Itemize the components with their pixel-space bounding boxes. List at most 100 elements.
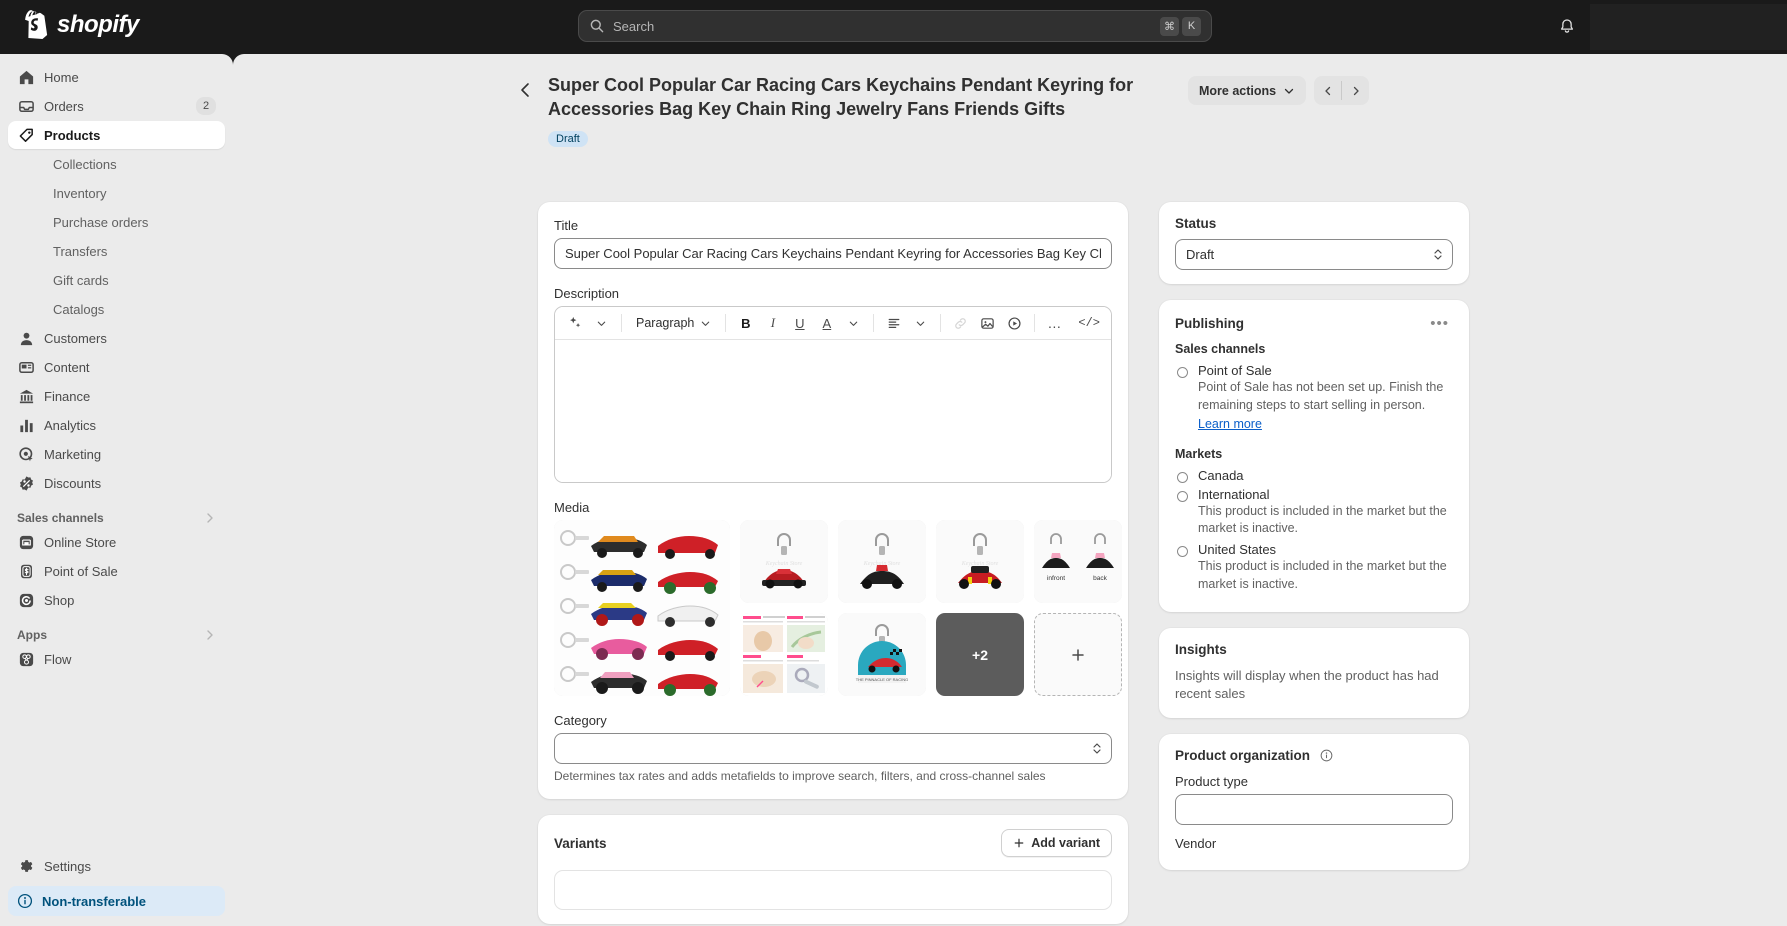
sidebar-item-content[interactable]: Content bbox=[8, 353, 225, 381]
shopify-bag-icon bbox=[25, 10, 48, 39]
sidebar-item-gift-cards[interactable]: Gift cards bbox=[8, 266, 225, 294]
insert-link-button[interactable] bbox=[948, 311, 973, 336]
add-media-button[interactable] bbox=[1034, 613, 1122, 696]
sidebar-channel-point-of-sale[interactable]: Point of Sale bbox=[8, 557, 225, 585]
category-select[interactable] bbox=[554, 733, 1112, 764]
sidebar-item-label: Finance bbox=[44, 388, 91, 404]
customers-icon bbox=[17, 329, 35, 347]
sidebar-item-transfers[interactable]: Transfers bbox=[8, 237, 225, 265]
underline-button[interactable]: U bbox=[787, 311, 812, 336]
sidebar-item-collections[interactable]: Collections bbox=[8, 150, 225, 178]
media-thumbnail[interactable]: Keychain Store bbox=[936, 520, 1024, 603]
previous-product-button[interactable] bbox=[1314, 76, 1341, 105]
media-thumbnail[interactable]: THE PINNACLE OF RACING bbox=[838, 613, 926, 696]
market-row[interactable]: International This product is included in… bbox=[1175, 487, 1453, 539]
toolbar-divider bbox=[725, 314, 727, 332]
media-label: Media bbox=[554, 500, 590, 515]
notifications-button[interactable] bbox=[1553, 13, 1581, 41]
market-row[interactable]: United States This product is included in… bbox=[1175, 542, 1453, 594]
description-textarea[interactable] bbox=[555, 340, 1111, 482]
sidebar-channel-shop[interactable]: Shop bbox=[8, 586, 225, 614]
media-more-count: +2 bbox=[972, 646, 988, 663]
sidebar-item-label: Orders bbox=[44, 98, 84, 114]
shopify-logo[interactable]: shopify bbox=[25, 10, 139, 39]
sidebar-item-purchase-orders[interactable]: Purchase orders bbox=[8, 208, 225, 236]
text-color-dropdown[interactable] bbox=[841, 311, 866, 336]
sidebar-app-flow[interactable]: Flow bbox=[8, 645, 225, 673]
sidebar-section-apps[interactable]: Apps bbox=[17, 628, 216, 642]
sidebar-channel-online-store[interactable]: Online Store bbox=[8, 528, 225, 556]
top-bar: shopify Search ⌘ K bbox=[0, 0, 1787, 54]
market-row[interactable]: Canada bbox=[1175, 468, 1453, 483]
sales-channel-row[interactable]: Point of Sale Point of Sale has not been… bbox=[1175, 363, 1453, 433]
media-thumbnail[interactable]: Keychain Store bbox=[740, 520, 828, 603]
sidebar-item-label: Marketing bbox=[44, 446, 102, 462]
radio-icon[interactable] bbox=[1177, 471, 1188, 483]
sidebar-item-customers[interactable]: Customers bbox=[8, 324, 225, 352]
back-arrow-icon[interactable] bbox=[516, 80, 536, 100]
image-icon bbox=[981, 317, 995, 329]
market-name: International bbox=[1198, 486, 1270, 502]
sidebar-apps-list: Flow bbox=[0, 645, 233, 673]
ai-generate-button[interactable] bbox=[562, 311, 587, 336]
radio-icon[interactable] bbox=[1177, 546, 1188, 557]
info-circle-icon[interactable] bbox=[1320, 749, 1333, 762]
product-details-card: Title Description bbox=[538, 202, 1128, 799]
markets-subtitle: Markets bbox=[1175, 446, 1223, 461]
sidebar-item-label: Flow bbox=[44, 651, 72, 667]
radio-icon[interactable] bbox=[1177, 367, 1188, 378]
product-organization-card: Product organization Product type Vendor bbox=[1159, 734, 1469, 871]
sidebar-item-settings[interactable]: Settings bbox=[8, 852, 225, 880]
sidebar-item-catalogs[interactable]: Catalogs bbox=[8, 295, 225, 323]
publishing-card: Publishing ••• Sales channels Point of S… bbox=[1159, 300, 1469, 612]
media-thumbnail[interactable]: infront back bbox=[1034, 520, 1122, 603]
bold-button[interactable]: B bbox=[733, 311, 758, 336]
status-card-title: Status bbox=[1175, 216, 1217, 231]
ai-generate-dropdown[interactable] bbox=[589, 311, 614, 336]
publishing-menu-button[interactable]: ••• bbox=[1426, 314, 1453, 333]
add-variant-button[interactable]: Add variant bbox=[1001, 829, 1112, 857]
instructions-image bbox=[740, 613, 828, 696]
sidebar-item-discounts[interactable]: Discounts bbox=[8, 469, 225, 497]
sidebar-item-orders[interactable]: Orders 2 bbox=[8, 92, 225, 120]
next-product-button[interactable] bbox=[1342, 76, 1369, 105]
non-transferable-badge[interactable]: Non-transferable bbox=[8, 886, 225, 916]
text-color-button[interactable]: A bbox=[814, 311, 839, 336]
media-more-overlay[interactable]: +2 bbox=[936, 613, 1024, 696]
block-style-select[interactable]: Paragraph bbox=[629, 311, 718, 336]
page-header: Super Cool Popular Car Racing Cars Keych… bbox=[233, 54, 1787, 147]
sidebar-item-label: Products bbox=[44, 127, 101, 143]
media-thumbnail[interactable]: Keychain Store bbox=[838, 520, 926, 603]
italic-button[interactable]: I bbox=[760, 311, 785, 336]
learn-more-link[interactable]: Learn more bbox=[1198, 417, 1262, 431]
product-type-input[interactable] bbox=[1175, 794, 1453, 826]
sidebar-item-analytics[interactable]: Analytics bbox=[8, 411, 225, 439]
media-thumbnail[interactable] bbox=[554, 520, 730, 696]
align-left-icon bbox=[888, 318, 900, 328]
sidebar-footer: Settings Non-transferable bbox=[0, 851, 233, 926]
html-code-button[interactable]: </> bbox=[1074, 311, 1104, 336]
search-icon bbox=[590, 19, 604, 33]
search-input[interactable]: Search ⌘ K bbox=[578, 10, 1212, 42]
title-input[interactable] bbox=[554, 238, 1112, 269]
insert-video-button[interactable] bbox=[1002, 311, 1027, 336]
sidebar-item-products[interactable]: Products bbox=[8, 121, 225, 149]
sidebar-section-sales-channels[interactable]: Sales channels bbox=[17, 511, 216, 525]
sidebar-item-finance[interactable]: Finance bbox=[8, 382, 225, 410]
sidebar-item-home[interactable]: Home bbox=[8, 63, 225, 91]
insert-image-button[interactable] bbox=[975, 311, 1000, 336]
insights-title: Insights bbox=[1175, 641, 1227, 657]
sidebar-item-label: Transfers bbox=[53, 243, 108, 259]
radio-icon[interactable] bbox=[1177, 490, 1188, 502]
more-actions-button[interactable]: More actions bbox=[1188, 76, 1307, 105]
sidebar-item-inventory[interactable]: Inventory bbox=[8, 179, 225, 207]
align-button[interactable] bbox=[881, 311, 906, 336]
align-dropdown[interactable] bbox=[908, 311, 933, 336]
collage-cars-image bbox=[554, 520, 730, 696]
more-formatting-button[interactable]: … bbox=[1042, 311, 1067, 336]
sidebar-item-label: Customers bbox=[44, 330, 107, 346]
sidebar-item-marketing[interactable]: Marketing bbox=[8, 440, 225, 468]
media-grid: Keychain Store Keychain Store Keychain S… bbox=[554, 520, 1122, 696]
media-thumbnail[interactable] bbox=[740, 613, 828, 696]
status-select[interactable] bbox=[1175, 239, 1453, 270]
